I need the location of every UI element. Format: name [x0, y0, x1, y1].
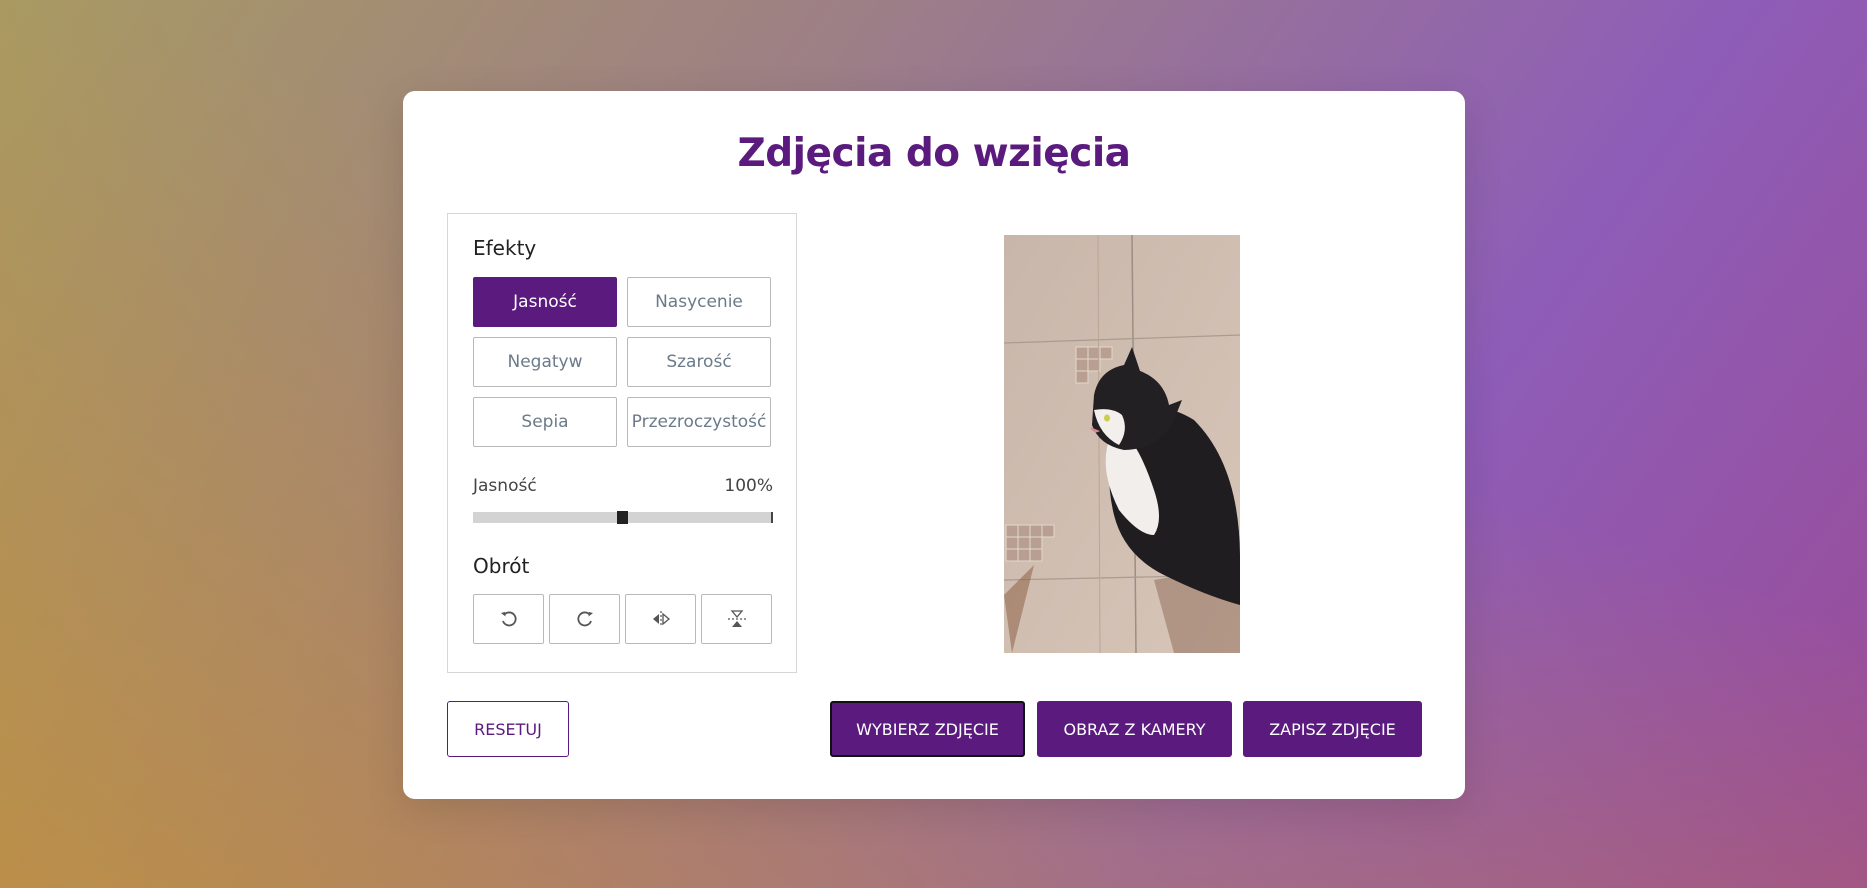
- slider-thumb[interactable]: [617, 511, 628, 524]
- camera-button[interactable]: OBRAZ Z KAMERY: [1037, 701, 1232, 757]
- effect-negative-button[interactable]: Negatyw: [473, 337, 617, 387]
- rotate-left-icon: [500, 611, 517, 627]
- reset-button[interactable]: RESETUJ: [447, 701, 569, 757]
- save-photo-button[interactable]: ZAPISZ ZDJĘCIE: [1243, 701, 1422, 757]
- editor-card: Zdjęcia do wzięcia Efekty Jasność Nasyce…: [403, 91, 1465, 799]
- effect-grayscale-button[interactable]: Szarość: [627, 337, 771, 387]
- flip-vertical-button[interactable]: [701, 594, 772, 644]
- rotation-buttons: [473, 594, 773, 644]
- rotation-heading: Obrót: [473, 554, 530, 578]
- flip-horizontal-button[interactable]: [625, 594, 696, 644]
- cat-photo: [1004, 235, 1240, 653]
- rotate-left-button[interactable]: [473, 594, 544, 644]
- effect-brightness-button[interactable]: Jasność: [473, 277, 617, 327]
- choose-photo-button[interactable]: WYBIERZ ZDJĘCIE: [830, 701, 1025, 757]
- brightness-slider[interactable]: [473, 511, 773, 524]
- slider-value: 100%: [724, 476, 773, 496]
- page-title: Zdjęcia do wzięcia: [737, 131, 1131, 176]
- slider-label: Jasność: [473, 476, 537, 496]
- effects-heading: Efekty: [473, 236, 537, 260]
- effect-saturation-button[interactable]: Nasycenie: [627, 277, 771, 327]
- flip-horizontal-icon: [652, 611, 670, 627]
- effects-grid: Jasność Nasycenie Negatyw Szarość Sepia …: [473, 277, 773, 447]
- image-preview: [1004, 235, 1240, 653]
- slider-info: Jasność 100%: [473, 476, 773, 496]
- rotate-right-icon: [576, 611, 593, 627]
- flip-vertical-icon: [727, 610, 746, 627]
- effect-opacity-button[interactable]: Przezroczystość: [627, 397, 771, 447]
- effect-sepia-button[interactable]: Sepia: [473, 397, 617, 447]
- rotate-right-button[interactable]: [549, 594, 620, 644]
- controls-panel: Efekty Jasność Nasycenie Negatyw Szarość…: [447, 213, 797, 673]
